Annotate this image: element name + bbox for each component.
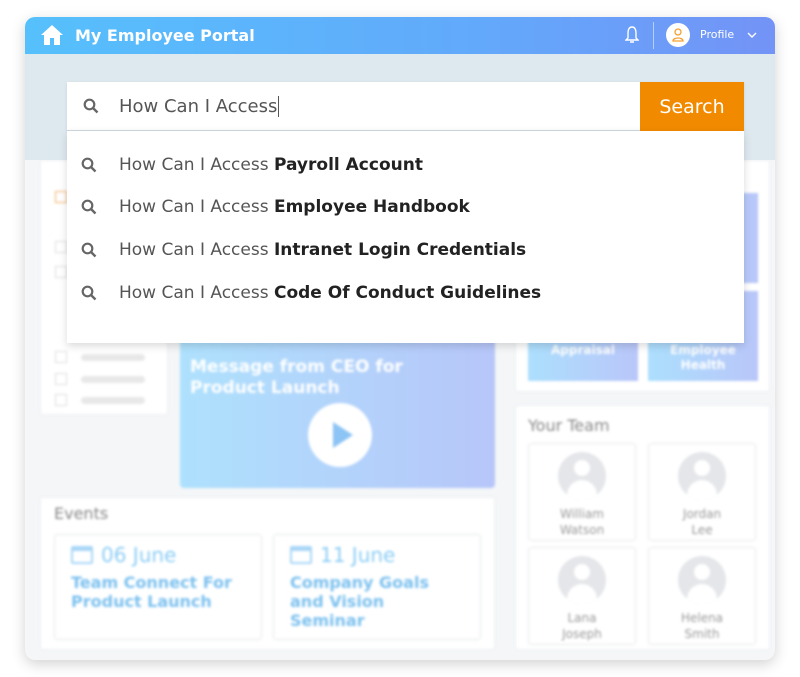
chevron-down-icon[interactable] xyxy=(747,31,757,39)
app-title: My Employee Portal xyxy=(75,26,255,45)
checkbox[interactable] xyxy=(55,394,67,406)
search-button[interactable]: Search xyxy=(640,82,744,131)
search-icon xyxy=(81,199,97,215)
checkbox[interactable] xyxy=(55,351,67,363)
suggestion-item[interactable]: How Can I Access Intranet Login Credenti… xyxy=(67,235,744,265)
search-bar: How Can I Access Search xyxy=(67,82,744,131)
avatar xyxy=(678,452,726,500)
team-member[interactable]: William Watson xyxy=(528,443,636,541)
suggestion-item[interactable]: How Can I Access Payroll Account xyxy=(67,150,744,180)
top-header: My Employee Portal Profile xyxy=(25,17,775,54)
event-item[interactable]: 11 June Company Goals and Vision Seminar xyxy=(273,534,481,640)
calendar-icon xyxy=(290,546,312,564)
your-team-card: Your Team William Watson Jordan Lee Lana… xyxy=(515,405,770,650)
user-icon xyxy=(672,28,684,42)
team-member[interactable]: Jordan Lee xyxy=(648,443,756,541)
divider xyxy=(653,22,654,49)
search-input[interactable]: How Can I Access xyxy=(119,96,280,117)
ceo-video-card[interactable]: Message from CEO for Product Launch xyxy=(180,335,495,488)
suggestion-item[interactable]: How Can I Access Employee Handbook xyxy=(67,192,744,222)
suggestion-item[interactable]: How Can I Access Code Of Conduct Guideli… xyxy=(67,278,744,308)
team-member[interactable]: Lana Joseph xyxy=(528,547,636,645)
calendar-icon xyxy=(71,546,93,564)
profile-avatar[interactable] xyxy=(666,23,690,47)
home-icon[interactable] xyxy=(40,23,64,47)
bell-icon[interactable] xyxy=(625,26,639,44)
checkbox[interactable] xyxy=(55,191,67,203)
event-item[interactable]: 06 June Team Connect For Product Launch xyxy=(54,534,262,640)
play-icon xyxy=(333,422,353,448)
suggestions-dropdown: How Can I Access Payroll Account How Can… xyxy=(67,131,744,343)
search-icon xyxy=(81,242,97,258)
video-title: Message from CEO for Product Launch xyxy=(190,357,403,398)
checkbox[interactable] xyxy=(55,266,67,278)
avatar xyxy=(558,556,606,604)
search-icon xyxy=(81,157,97,173)
events-heading: Events xyxy=(54,504,109,523)
events-card: Events 06 June Team Connect For Product … xyxy=(40,497,495,650)
play-button[interactable] xyxy=(308,403,372,467)
checkbox[interactable] xyxy=(55,241,67,253)
profile-menu[interactable]: Profile xyxy=(700,28,734,41)
team-heading: Your Team xyxy=(528,416,610,435)
avatar xyxy=(678,556,726,604)
avatar xyxy=(558,452,606,500)
team-member[interactable]: Helena Smith xyxy=(648,547,756,645)
checkbox[interactable] xyxy=(55,373,67,385)
search-icon xyxy=(83,98,99,114)
search-icon xyxy=(81,285,97,301)
